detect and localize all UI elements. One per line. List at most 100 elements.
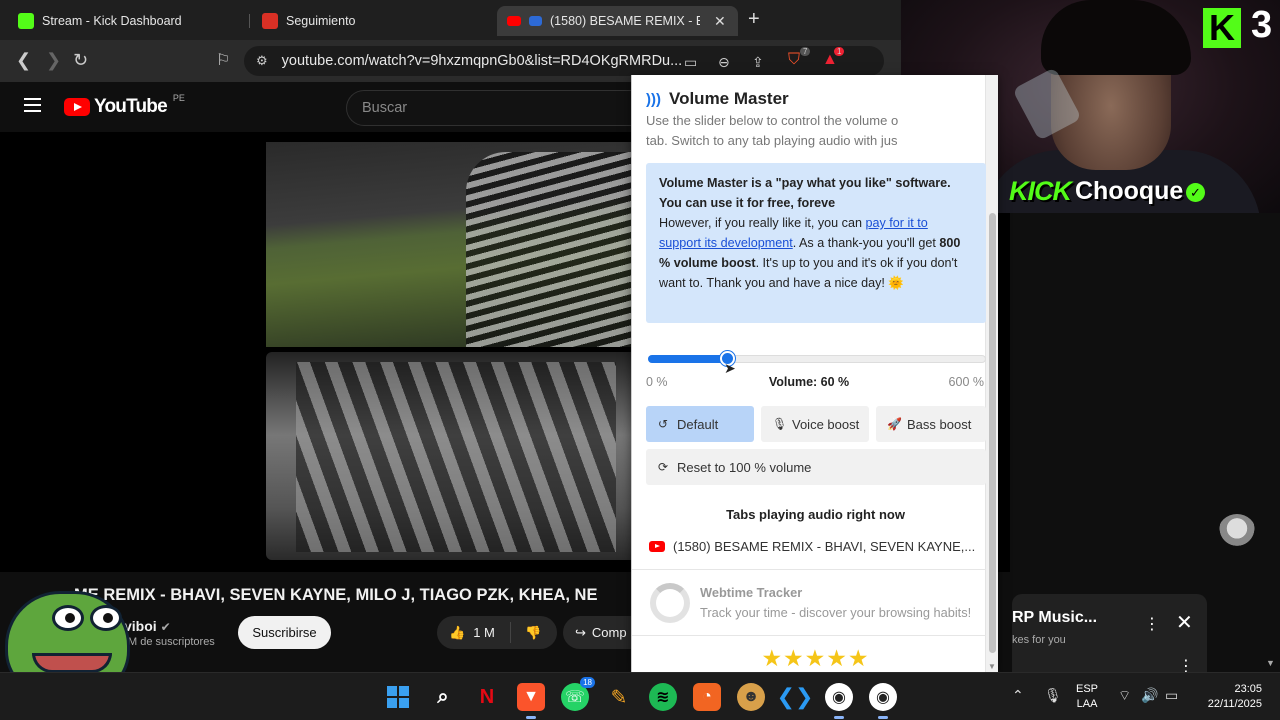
mini-player-title: RP Music... [1012,609,1098,626]
youtube-logo[interactable]: YouTube PE [64,93,185,118]
whatsapp-icon[interactable]: ☏ 18 [561,677,595,711]
close-icon[interactable]: ✕ [1176,610,1193,635]
promo-text[interactable]: Track your time - discover your browsing… [700,605,971,620]
back-icon[interactable]: ❮ [16,50,31,71]
video-frame-bottom [266,352,646,560]
rating-stars[interactable]: ★★★★★ [632,645,999,672]
game-app-icon[interactable]: ☻ [737,683,765,711]
streamer-name: Chooque [1075,177,1184,205]
tab-title: Seguimiento [286,14,356,28]
video-title: ME REMIX - BHAVI, SEVEN KAYNE, MILO J, T… [74,586,598,604]
share-icon[interactable]: ⇪ [752,54,764,71]
tab-youtube-active[interactable]: (1580) BESAME REMIX - BHAVI ✕ [497,6,738,36]
whatsapp-badge: 18 [580,677,595,688]
volume-master-logo-icon: ))) [646,91,661,108]
forward-icon[interactable]: ❯ [46,50,61,71]
scroll-down-icon[interactable]: ▼ [1266,658,1275,668]
crunchyroll-icon[interactable]: ◔ [693,683,721,711]
site-settings-icon[interactable]: ⚙ [256,53,268,69]
slider-fill [648,355,727,363]
popup-scrollbar[interactable]: ▼ [985,75,998,673]
microphone-icon: 🎙 [772,417,788,431]
tab-title: (1580) BESAME REMIX - BHAVI [550,14,700,28]
thumbs-down-icon: 👎 [525,624,542,640]
search-input[interactable]: Buscar [346,90,646,126]
screen-share-icon [529,16,542,26]
info-text: However, if you really like it, you can [659,216,866,230]
slider-max-label: 600 % [948,375,984,389]
emote-sticker [1218,514,1256,550]
menu-icon[interactable] [24,98,41,116]
bass-boost-button[interactable]: 🚀 Bass boost [876,406,986,442]
like-count: 1 M [473,625,495,640]
divider [632,635,986,636]
clock[interactable]: 23:05 22/11/2025 [1196,682,1262,712]
volume-master-popup: ▼ ))) Volume Master Use the slider below… [631,75,998,673]
wifi-icon[interactable]: ⌔ [1118,687,1131,705]
battery-icon[interactable]: ▭ [1165,687,1178,704]
cast-icon[interactable]: ▭ [684,54,697,71]
promo-title[interactable]: Webtime Tracker [700,585,802,600]
search-icon[interactable]: ⌕ [429,683,457,711]
show-hidden-icons-icon[interactable]: ⌃ [1012,687,1024,704]
default-button[interactable]: ↺ Default [646,406,754,442]
like-dislike-group: 👍 1 M 👎 [437,616,557,649]
support-info-box: Volume Master is a "pay what you like" s… [646,163,986,323]
like-button[interactable]: 👍 1 M [437,622,511,643]
obs-second-icon[interactable]: ◉ [869,683,897,719]
sun-emoji-icon: 🌞 [888,276,905,290]
tab-seguimiento[interactable]: Seguimiento [252,6,494,36]
url-text[interactable]: youtube.com/watch?v=9hxzmqpnGb0&list=RD4… [282,53,683,69]
more-options-icon[interactable]: ⋮ [1144,614,1160,634]
volume-slider[interactable] [648,351,986,366]
tab-separator [249,14,250,28]
kick-logo-icon: K [1203,8,1241,48]
rocket-icon: 🚀 [887,417,902,431]
pen-app-icon[interactable]: ✎ [605,683,633,711]
volume-readout: Volume: 60 % [768,375,850,389]
tab-kick-dashboard[interactable]: Stream - Kick Dashboard [8,6,250,36]
info-bold-line: Volume Master is a "pay what you like" s… [659,176,951,210]
tab-title: Stream - Kick Dashboard [42,14,182,28]
obs-icon[interactable]: ◉ [825,683,853,719]
bookmark-icon[interactable]: ⚐ [216,50,230,70]
spotify-icon[interactable]: ≋ [649,683,677,711]
subscribe-button[interactable]: Suscribirse [238,616,331,649]
youtube-favicon-icon [507,16,521,26]
share-arrow-icon: ↪ [575,624,586,640]
playing-tab-item[interactable]: (1580) BESAME REMIX - BHAVI, SEVEN KAYNE… [649,539,987,554]
popup-description: Use the slider below to control the volu… [646,113,899,148]
brave-browser-icon[interactable]: ▼ [517,683,545,719]
playing-tab-title: (1580) BESAME REMIX - BHAVI, SEVEN KAYNE… [673,539,976,554]
vscode-icon[interactable]: ❮❯ [777,683,814,711]
kick-badge: KICK [1009,176,1072,206]
webtime-tracker-icon[interactable] [650,583,690,623]
mini-player-subtitle: kes for you [1012,634,1066,646]
kick-counter: 3 [1251,4,1273,46]
youtube-wordmark: YouTube [94,96,168,117]
country-code: PE [172,93,185,103]
voice-boost-button[interactable]: 🎙 Voice boost [761,406,869,442]
close-tab-icon[interactable]: ✕ [714,13,726,30]
brave-shield-icon[interactable]: ⛉ [788,51,800,69]
netflix-icon[interactable]: N [473,683,501,711]
verified-icon: ✔ [160,620,171,634]
streamer-hair [1041,0,1191,75]
youtube-play-icon [64,98,90,116]
verified-check-icon: ✓ [1186,183,1205,202]
kick-favicon-icon [18,13,34,29]
windows-start-icon[interactable] [384,683,412,711]
video-frame-top [266,142,646,347]
new-tab-icon[interactable]: + [748,8,760,31]
cart-favicon-icon [262,13,278,29]
language-indicator[interactable]: ESP LAA [1076,682,1098,712]
thumbs-up-icon: 👍 [449,624,466,640]
volume-icon[interactable]: 🔊 [1141,687,1158,704]
dislike-button[interactable]: 👎 [511,625,541,641]
microphone-tray-icon[interactable]: 🎙 [1044,687,1062,704]
reset-volume-button[interactable]: ⟳ Reset to 100 % volume [646,449,986,485]
reload-icon[interactable]: ↻ [73,50,88,71]
refresh-icon: ⟳ [657,460,669,474]
zoom-icon[interactable]: ⊖ [718,54,730,71]
tabs-heading: Tabs playing audio right now [726,507,905,522]
